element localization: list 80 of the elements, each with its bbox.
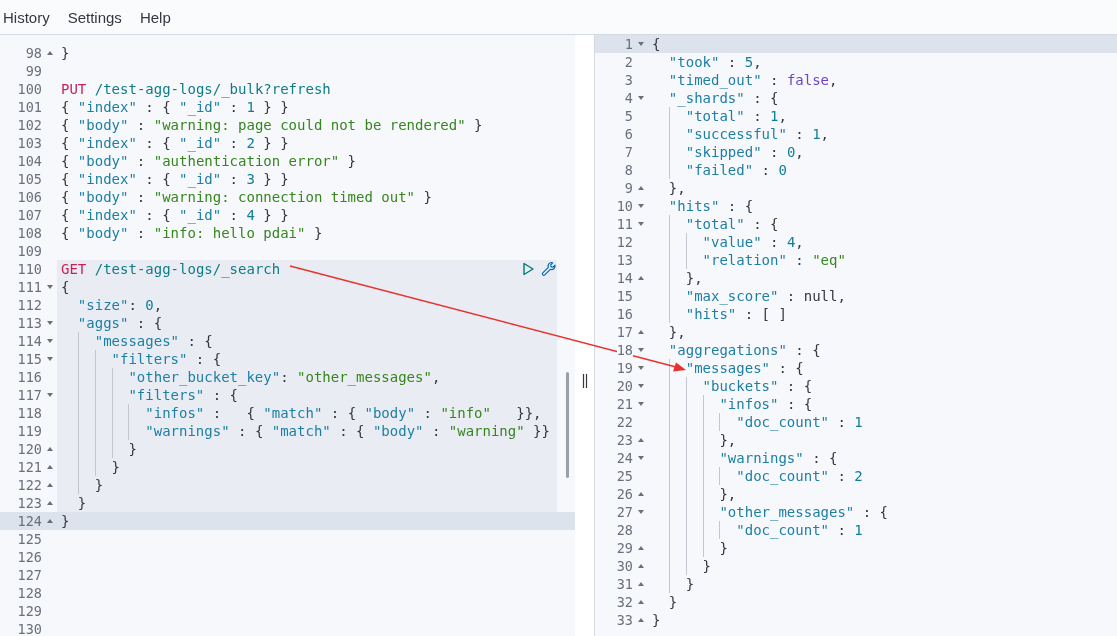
code-line: { "index" : { "_id" : 4 } } [60, 206, 290, 224]
fold-caret-down-icon[interactable] [637, 510, 644, 514]
fold-caret-down-icon[interactable] [46, 339, 53, 343]
play-icon[interactable] [521, 262, 535, 276]
code-line: "messages" : { [648, 359, 1117, 377]
menu-item[interactable]: Help [139, 8, 171, 26]
fold-caret-up-icon[interactable] [46, 501, 53, 505]
code-line: "infos" : { [648, 395, 1117, 413]
fold-caret-up-icon[interactable] [637, 600, 644, 604]
wrench-icon[interactable] [541, 261, 557, 277]
code-line: "doc_count" : 1 [648, 413, 1117, 431]
fold-caret-up-icon[interactable] [637, 564, 644, 568]
code-line: "relation" : "eq" [648, 251, 1117, 269]
code-line: PUT /test-agg-logs/_bulk?refresh [60, 80, 332, 98]
fold-caret-down-icon[interactable] [46, 321, 53, 325]
fold-caret-down-icon[interactable] [637, 384, 644, 388]
code-line: { "body" : "info: hello pdai" } [60, 224, 324, 242]
code-line: "other_messages" : { [648, 503, 1117, 521]
code-line: }, [648, 269, 1117, 287]
code-line: { "index" : { "_id" : 1 } } [60, 98, 290, 116]
code-line: }, [667, 323, 687, 341]
fold-caret-up-icon[interactable] [637, 276, 644, 280]
fold-caret-down-icon[interactable] [637, 42, 644, 46]
code-line: "doc_count" : 2 [648, 467, 1117, 485]
code-line: } [60, 44, 71, 62]
fold-caret-down-icon[interactable] [637, 348, 644, 352]
code-line: "max_score" : null, [648, 287, 1117, 305]
code-line: }, [667, 179, 687, 197]
code-line: "total" : 1, [648, 107, 1117, 125]
fold-caret-down-icon[interactable] [637, 366, 644, 370]
fold-caret-up-icon[interactable] [46, 483, 53, 487]
code-line: "took" : 5, [667, 53, 763, 71]
fold-caret-up-icon[interactable] [637, 438, 644, 442]
code-line: "successful" : 1, [648, 125, 1117, 143]
menu-item[interactable]: Settings [67, 8, 122, 26]
fold-caret-down-icon[interactable] [637, 402, 644, 406]
code-line: { "body" : "warning: page could not be rendered" } [60, 116, 484, 134]
code-line: "value" : 4, [648, 233, 1117, 251]
fold-caret-down-icon[interactable] [637, 456, 644, 460]
code-line: "timed_out" : false, [667, 71, 839, 89]
fold-caret-up-icon[interactable] [46, 447, 53, 451]
fold-caret-down-icon[interactable] [637, 222, 644, 226]
fold-caret-up-icon[interactable] [637, 492, 644, 496]
code-line: "buckets" : { [648, 377, 1117, 395]
code-line: } [651, 611, 662, 629]
resize-handle-icon[interactable] [581, 374, 588, 388]
scrollbar-thumb[interactable] [566, 372, 569, 478]
code-line: "warnings" : { [648, 449, 1117, 467]
fold-caret-down-icon[interactable] [637, 204, 644, 208]
fold-caret-up-icon[interactable] [637, 546, 644, 550]
fold-caret-down-icon[interactable] [637, 96, 644, 100]
fold-caret-up-icon[interactable] [637, 330, 644, 334]
code-line: "_shards" : { [667, 89, 780, 107]
code-line: } [667, 593, 679, 611]
code-line: "failed" : 0 [648, 161, 1117, 179]
fold-caret-up-icon[interactable] [46, 519, 53, 523]
code-line: { "index" : { "_id" : 2 } } [60, 134, 290, 152]
code-line: { "body" : "authentication error" } [60, 152, 358, 170]
code-line: "doc_count" : 1 [648, 521, 1117, 539]
code-line: } [648, 539, 1117, 557]
code-line: }, [648, 431, 1117, 449]
code-line: "total" : { [648, 215, 1117, 233]
code-line: } [648, 575, 1117, 593]
menu-item[interactable]: History [3, 8, 50, 26]
fold-caret-down-icon[interactable] [46, 393, 53, 397]
code-line: { "index" : { "_id" : 3 } } [60, 170, 290, 188]
fold-caret-up-icon[interactable] [637, 186, 644, 190]
fold-caret-up-icon[interactable] [46, 465, 53, 469]
code-line: "hits" : [ ] [648, 305, 1117, 323]
fold-caret-up-icon[interactable] [637, 582, 644, 586]
code-line: { "body" : "warning: connection timed out" } [60, 188, 433, 206]
code-line: "skipped" : 0, [648, 143, 1117, 161]
fold-caret-up-icon[interactable] [46, 51, 53, 55]
code-line: }, [648, 485, 1117, 503]
code-line: "hits" : { [667, 197, 755, 215]
code-line: } [648, 557, 1117, 575]
code-line: "aggregations" : { [667, 341, 822, 359]
fold-caret-down-icon[interactable] [46, 357, 53, 361]
fold-caret-up-icon[interactable] [637, 618, 644, 622]
fold-caret-down-icon[interactable] [46, 285, 53, 289]
